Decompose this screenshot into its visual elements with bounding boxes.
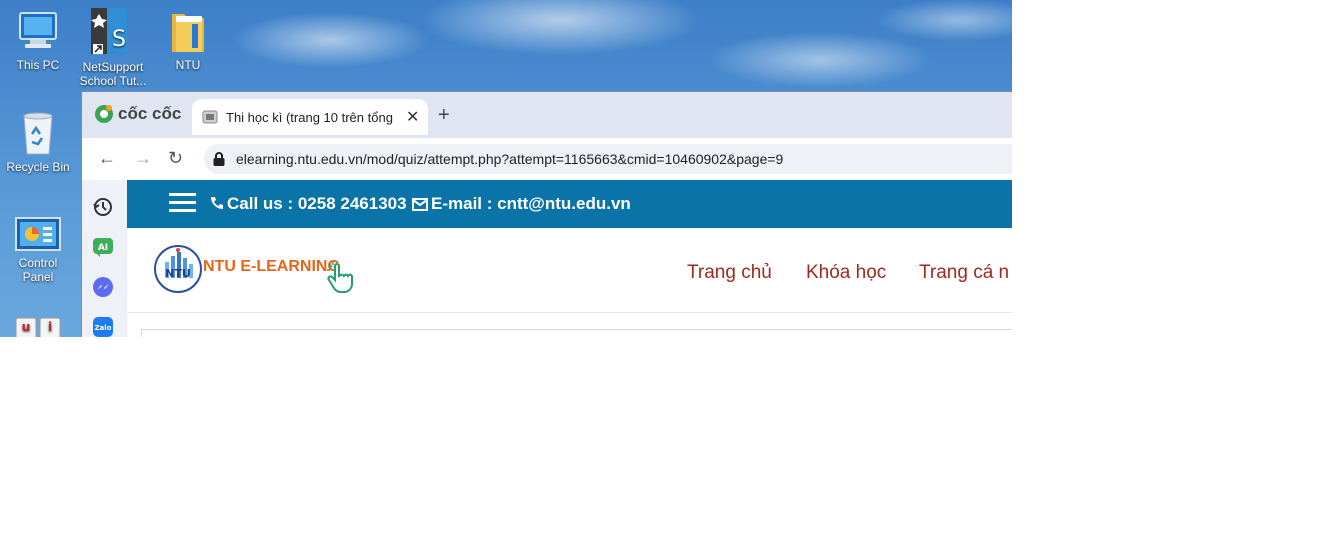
screen: This PC S NetSupport School Tut... NTU R… xyxy=(0,0,1012,337)
page-favicon-icon xyxy=(202,110,218,124)
history-icon[interactable] xyxy=(92,196,114,218)
nav-courses[interactable]: Khóa học xyxy=(806,262,886,284)
svg-text:NTU: NTU xyxy=(165,267,191,280)
nav-profile[interactable]: Trang cá n xyxy=(919,262,1009,284)
site-header: NTU NTU E-LEARNING Trang chủ Khóa học Tr… xyxy=(127,228,1012,313)
desktop-icon-control-panel[interactable]: Control Panel xyxy=(2,216,74,284)
desktop-icon-ntu[interactable]: NTU xyxy=(152,10,224,72)
desktop-icon-this-pc[interactable]: This PC xyxy=(2,10,74,72)
forward-icon[interactable]: → xyxy=(134,148,152,169)
quiz-content-box xyxy=(141,329,1012,337)
desktop-icon-label: Control Panel xyxy=(18,256,58,284)
folder-icon xyxy=(168,10,208,54)
browser-window: cốc cốc Thi học kì (trang 10 trên tổng ✕… xyxy=(81,91,1012,337)
netsupport-icon: S xyxy=(89,6,137,58)
computer-icon xyxy=(15,10,61,54)
logo-text: NTU E-LEARNING xyxy=(203,258,340,275)
nav-home[interactable]: Trang chủ xyxy=(687,262,772,284)
desktop-icon-label: Recycle Bin xyxy=(6,160,70,174)
coccoc-brand[interactable]: cốc cốc xyxy=(94,104,181,124)
ntu-logo[interactable]: NTU NTU E-LEARNING xyxy=(153,244,353,296)
web-page: Call us : 0258 2461303 E-mail : cntt@ntu… xyxy=(127,180,1012,337)
svg-text:i: i xyxy=(48,320,52,334)
tab-title: Thi học kì (trang 10 trên tổng xyxy=(226,109,393,125)
tab-strip: cốc cốc Thi học kì (trang 10 trên tổng ✕… xyxy=(82,92,1012,138)
phone-icon xyxy=(210,195,224,215)
svg-text:AI: AI xyxy=(98,243,108,253)
browser-toolbar: ← → ↻ elearning.ntu.edu.vn/mod/quiz/atte… xyxy=(82,138,1012,180)
email-text[interactable]: E-mail : cntt@ntu.edu.vn xyxy=(431,194,631,214)
pointer-hand-icon xyxy=(325,262,355,299)
recycle-bin-icon xyxy=(18,110,58,156)
desktop-icon-unikey[interactable]: ui xyxy=(2,316,74,337)
close-tab-icon[interactable]: ✕ xyxy=(406,107,419,127)
new-tab-icon[interactable]: + xyxy=(438,104,450,127)
browser-tab[interactable]: Thi học kì (trang 10 trên tổng ✕ xyxy=(192,99,428,135)
desktop-icon-recycle-bin[interactable]: Recycle Bin xyxy=(2,110,74,174)
svg-text:Zalo: Zalo xyxy=(94,324,111,332)
svg-text:S: S xyxy=(112,27,126,52)
reload-icon[interactable]: ↻ xyxy=(168,148,183,169)
desktop-icon-label: NetSupport School Tut... xyxy=(79,60,147,88)
email-icon xyxy=(412,196,428,216)
desktop-icon-label: This PC xyxy=(16,58,60,72)
ai-assistant-icon[interactable]: AI xyxy=(92,236,114,258)
svg-text:u: u xyxy=(22,320,31,334)
browser-sidebar: AI Zalo xyxy=(82,180,126,337)
ntu-seal-icon: NTU xyxy=(154,245,202,293)
zalo-icon[interactable]: Zalo xyxy=(92,316,114,337)
contact-bar: Call us : 0258 2461303 E-mail : cntt@ntu… xyxy=(127,180,1012,228)
call-us-text: Call us : 0258 2461303 xyxy=(227,194,407,213)
url-text: elearning.ntu.edu.vn/mod/quiz/attempt.ph… xyxy=(236,151,784,167)
menu-icon[interactable] xyxy=(169,192,196,214)
address-bar[interactable]: elearning.ntu.edu.vn/mod/quiz/attempt.ph… xyxy=(204,144,1012,174)
messenger-icon[interactable] xyxy=(92,276,114,298)
desktop-icon-netsupport[interactable]: S NetSupport School Tut... xyxy=(77,6,149,88)
desktop-icon-label: NTU xyxy=(175,58,201,72)
unikey-icon: ui xyxy=(14,316,62,337)
lock-icon[interactable] xyxy=(212,151,226,167)
coccoc-logo-icon xyxy=(95,105,113,123)
brand-name: cốc cốc xyxy=(118,104,182,123)
control-panel-icon xyxy=(15,216,61,252)
back-icon[interactable]: ← xyxy=(98,148,116,169)
